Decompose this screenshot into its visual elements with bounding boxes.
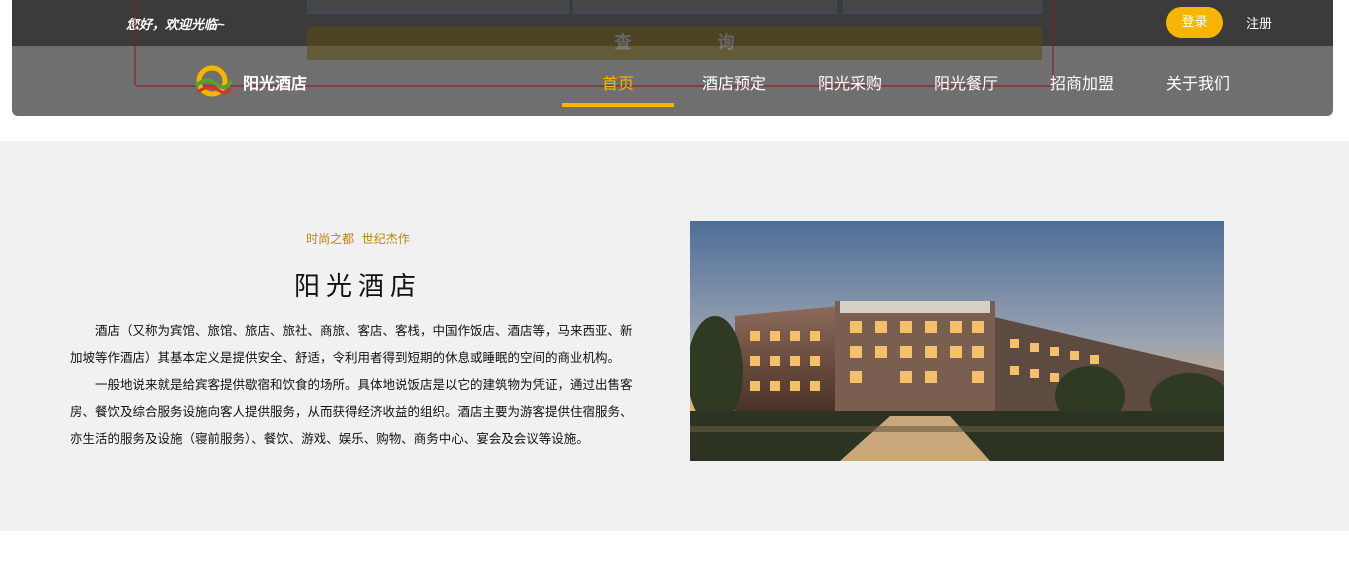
brand-name[interactable]: 阳光酒店 xyxy=(243,70,307,94)
intro-body: 酒店（又称为宾馆、旅馆、旅店、旅社、商旅、客店、客栈，中国作饭店、酒店等，马来西… xyxy=(70,317,636,452)
intro-title: 阳光酒店 xyxy=(293,272,422,302)
sun-logo-icon[interactable] xyxy=(192,64,232,98)
nav-item-home[interactable]: 首页 xyxy=(562,70,674,94)
intro-paragraph: 一般地说来就是给宾客提供歇宿和饮食的场所。具体地说饭店是以它的建筑物为凭证，通过… xyxy=(70,377,633,446)
intro-slogan: 时尚之都 世纪杰作 xyxy=(306,232,410,246)
login-button[interactable]: 登录 xyxy=(1166,7,1223,38)
hotel-building-photo xyxy=(690,221,1224,461)
nav-item-about[interactable]: 关于我们 xyxy=(1142,70,1254,94)
site-header: 您好，欢迎光临~ 登录 注册 查 询 阳光酒店 首页 酒店预定 阳光采购 阳光餐… xyxy=(12,0,1333,116)
nav-active-indicator xyxy=(562,103,674,107)
keyword-field[interactable] xyxy=(843,0,1042,14)
page: 您好，欢迎光临~ 登录 注册 查 询 阳光酒店 首页 酒店预定 阳光采购 阳光餐… xyxy=(0,0,1349,578)
register-link[interactable]: 注册 xyxy=(1246,13,1272,32)
checkin-field[interactable] xyxy=(307,0,569,14)
nav-item-restaurant[interactable]: 阳光餐厅 xyxy=(910,70,1022,94)
nav-item-booking[interactable]: 酒店预定 xyxy=(678,70,790,94)
checkout-field[interactable] xyxy=(573,0,837,14)
intro-paragraph: 酒店（又称为宾馆、旅馆、旅店、旅社、商旅、客店、客栈，中国作饭店、酒店等，马来西… xyxy=(70,323,633,365)
intro-section: 时尚之都 世纪杰作 阳光酒店 酒店（又称为宾馆、旅馆、旅店、旅社、商旅、客店、客… xyxy=(0,141,1349,531)
nav-item-procurement[interactable]: 阳光采购 xyxy=(794,70,906,94)
nav-item-franchise[interactable]: 招商加盟 xyxy=(1026,70,1138,94)
main-nav: 首页 酒店预定 阳光采购 阳光餐厅 招商加盟 关于我们 xyxy=(562,46,1333,116)
